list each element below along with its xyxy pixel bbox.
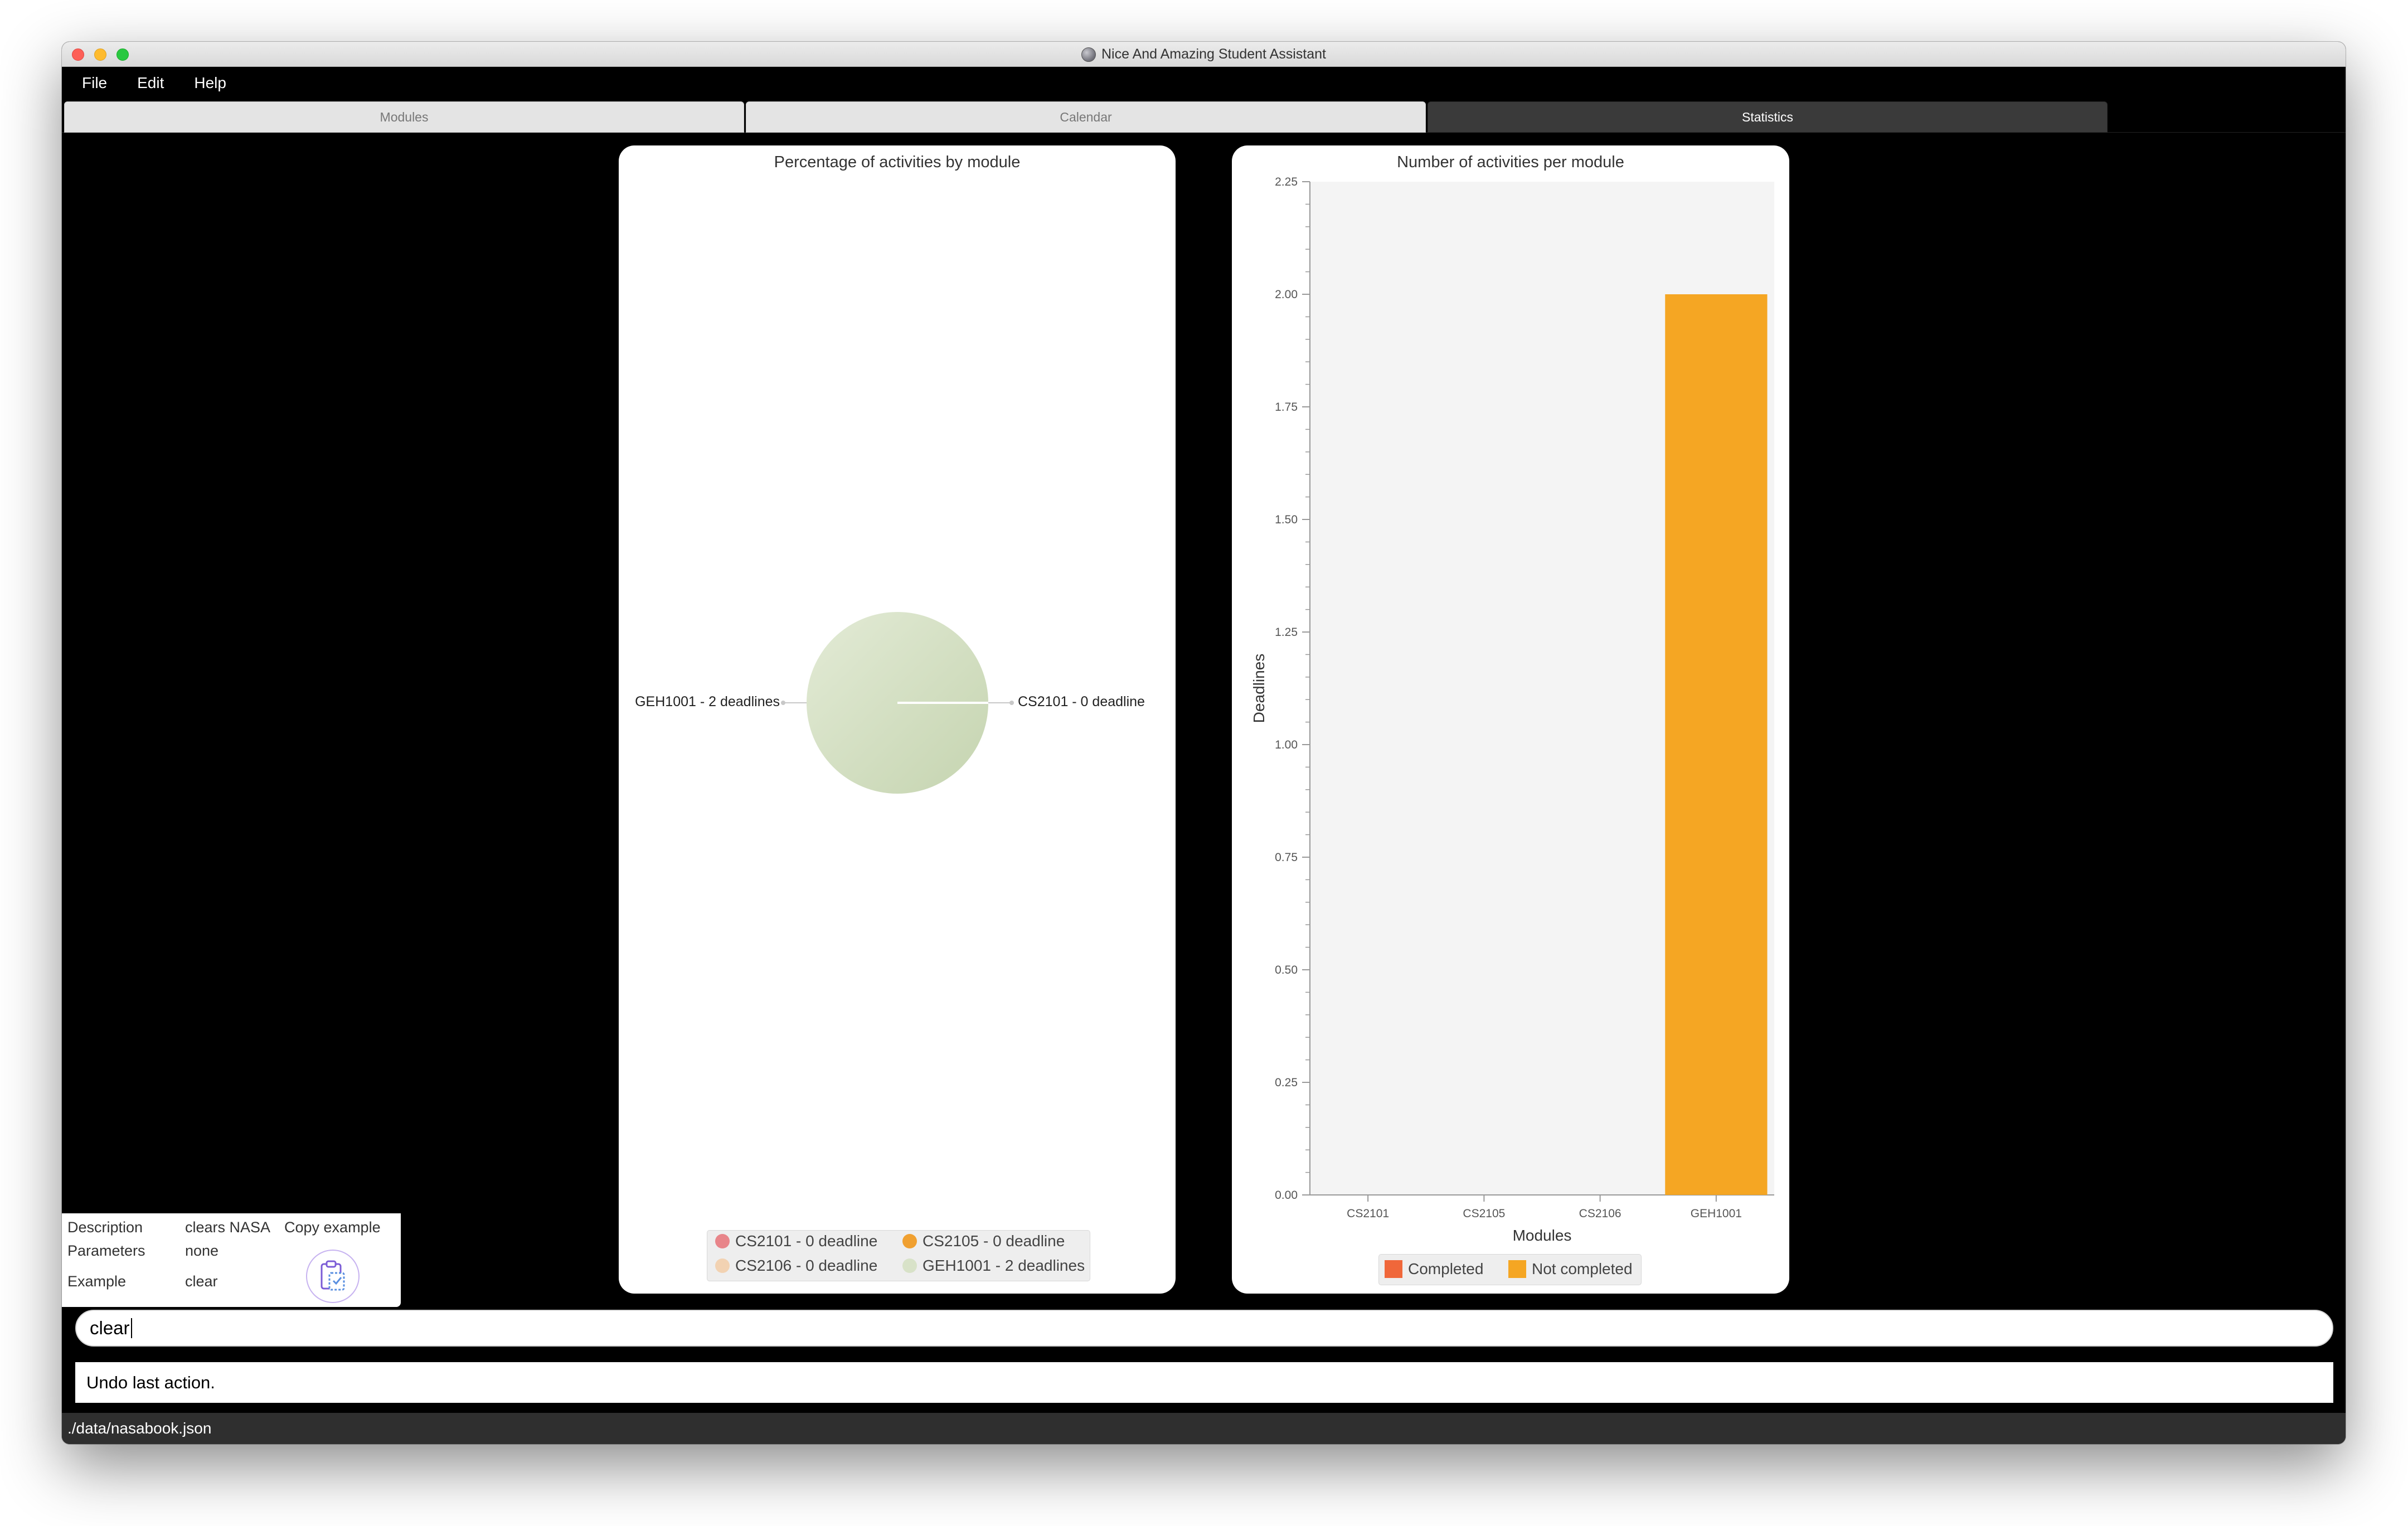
- tab-statistics[interactable]: Statistics: [1428, 101, 2108, 133]
- result-display: Undo last action.: [75, 1362, 2333, 1403]
- command-help-box: Description clears NASA Copy example Par…: [62, 1213, 401, 1307]
- pie-label-geh1001: GEH1001 - 2 deadlines: [635, 694, 780, 709]
- pie-chart-panel: Percentage of activities by module GEH10…: [619, 145, 1176, 1294]
- bar-chart-panel: Number of activities per module 0.00 0.25…: [1232, 145, 1789, 1294]
- text-caret: [130, 1318, 132, 1338]
- result-text: Undo last action.: [86, 1372, 215, 1392]
- command-input[interactable]: clear: [75, 1310, 2333, 1347]
- y-tick-label: 2.00: [1275, 288, 1298, 301]
- legend-label-cs2106: CS2106 - 0 deadline: [735, 1257, 878, 1274]
- legend-item-cs2101: CS2101 - 0 deadline: [715, 1232, 877, 1250]
- legend-item-geh1001: GEH1001 - 2 deadlines: [902, 1257, 1085, 1275]
- x-tick-label: CS2106: [1579, 1207, 1621, 1220]
- y-tick-label: 0.75: [1275, 851, 1298, 864]
- legend-label-not-completed: Not completed: [1532, 1260, 1633, 1277]
- legend-label-geh1001: GEH1001 - 2 deadlines: [923, 1257, 1085, 1274]
- pie-label-anchor-left: [781, 701, 785, 705]
- x-tick-label: CS2105: [1463, 1207, 1505, 1220]
- y-tick-label: 1.00: [1275, 738, 1298, 751]
- copy-example-button[interactable]: [306, 1250, 360, 1303]
- pie-label-anchor-right: [1009, 701, 1014, 705]
- pie-label-cs2101: CS2101 - 0 deadline: [1018, 694, 1145, 709]
- menu-help[interactable]: Help: [194, 74, 226, 92]
- y-tick-label: 0.50: [1275, 964, 1298, 976]
- help-example-label: Example: [67, 1273, 127, 1290]
- command-input-text: clear: [90, 1318, 130, 1338]
- window-title-group: Nice And Amazing Student Assistant: [62, 42, 2346, 67]
- legend-label-cs2105: CS2105 - 0 deadline: [923, 1232, 1065, 1250]
- y-tick-label: 1.50: [1275, 513, 1298, 526]
- bar-legend: Completed Not completed: [1378, 1254, 1642, 1285]
- legend-swatch-not-completed: [1508, 1260, 1526, 1278]
- window-title: Nice And Amazing Student Assistant: [1101, 46, 1326, 62]
- pie-legend: CS2101 - 0 deadline CS2105 - 0 deadline …: [707, 1230, 1090, 1281]
- pie-chart-canvas: [781, 612, 1014, 794]
- y-tick-label: 2.25: [1275, 176, 1298, 188]
- status-bar: ./data/nasabook.json: [62, 1413, 2346, 1444]
- legend-swatch-geh1001: [902, 1258, 917, 1273]
- bar-chart-canvas: 0.00 0.25 0.50 0.75 1.00 1.25 1.50 1.75 2.00 2.25…: [1250, 176, 1774, 1244]
- menu-edit[interactable]: Edit: [137, 74, 164, 92]
- x-tick-label: GEH1001: [1691, 1207, 1742, 1220]
- y-axis-title: Deadlines: [1250, 654, 1268, 723]
- y-tick-label: 1.75: [1275, 401, 1298, 414]
- help-copy-label: Copy example: [284, 1219, 381, 1236]
- tab-calendar[interactable]: Calendar: [746, 101, 1426, 133]
- legend-label-cs2101: CS2101 - 0 deadline: [735, 1232, 878, 1250]
- tab-bar: Modules Calendar Statistics: [62, 99, 2346, 133]
- menu-file[interactable]: File: [82, 74, 107, 92]
- help-description-value: clears NASA: [185, 1219, 271, 1236]
- help-description-label: Description: [67, 1219, 143, 1236]
- y-tick-label: 0.00: [1275, 1189, 1298, 1202]
- legend-item-completed: Completed: [1385, 1260, 1483, 1278]
- tab-modules[interactable]: Modules: [64, 101, 744, 133]
- y-tick-label: 0.25: [1275, 1076, 1298, 1089]
- menu-bar: File Edit Help: [62, 67, 2346, 99]
- legend-swatch-cs2101: [715, 1234, 730, 1248]
- legend-item-cs2106: CS2106 - 0 deadline: [715, 1257, 877, 1275]
- bar-geh1001-not-completed: [1665, 294, 1768, 1195]
- legend-swatch-completed: [1385, 1260, 1402, 1278]
- help-parameters-label: Parameters: [67, 1242, 145, 1259]
- legend-label-completed: Completed: [1408, 1260, 1484, 1277]
- help-parameters-value: none: [185, 1242, 219, 1259]
- legend-item-cs2105: CS2105 - 0 deadline: [902, 1232, 1065, 1250]
- x-tick-label: CS2101: [1347, 1207, 1389, 1220]
- legend-item-not-completed: Not completed: [1508, 1260, 1633, 1278]
- title-bar: Nice And Amazing Student Assistant: [62, 42, 2346, 67]
- clipboard-icon: [321, 1260, 345, 1291]
- app-window: Nice And Amazing Student Assistant File …: [62, 42, 2346, 1444]
- help-example-value: clear: [185, 1273, 218, 1290]
- legend-swatch-cs2106: [715, 1258, 730, 1273]
- x-axis-title: Modules: [1513, 1227, 1572, 1244]
- y-tick-label: 1.25: [1275, 626, 1298, 639]
- status-file-path: ./data/nasabook.json: [67, 1420, 212, 1437]
- legend-swatch-cs2105: [902, 1234, 917, 1248]
- app-icon: [1081, 47, 1096, 62]
